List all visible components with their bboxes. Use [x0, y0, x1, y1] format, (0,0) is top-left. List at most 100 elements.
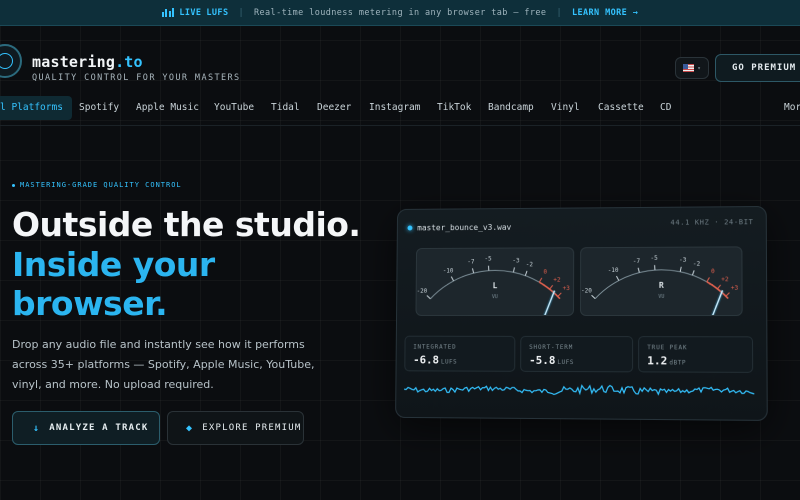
vu-red-zone-arc	[707, 282, 728, 299]
explore-premium-button[interactable]: ◆ EXPLORE PREMIUM	[167, 411, 304, 445]
vu-meter-left: -20 -10 -7 -5 -3 -2 0 +2 +3 L VU	[415, 247, 575, 316]
diamond-icon: ◆	[186, 422, 194, 434]
hero-title-line-2: Inside your	[12, 245, 215, 284]
stat-unit: LUFS	[557, 358, 574, 367]
panel-spec: 44.1 KHZ · 24-BIT	[670, 218, 754, 227]
platform-nav: l Platforms Spotify Apple Music YouTube …	[0, 96, 800, 122]
vu-scale-label: +2	[721, 276, 729, 283]
nav-item-deezer[interactable]: Deezer	[317, 96, 351, 120]
vu-tick	[472, 268, 473, 273]
vu-channel-label: R	[659, 281, 664, 290]
vu-tick	[692, 270, 694, 275]
vu-tick	[525, 271, 527, 276]
nav-divider	[0, 125, 800, 126]
stat-label: SHORT-TERM	[529, 343, 574, 352]
vu-tick	[616, 276, 618, 280]
hero-eyebrow: MASTERING-GRADE QUALITY CONTROL	[12, 181, 182, 189]
hero-title-line-1: Outside the studio.	[12, 205, 361, 244]
vu-scale-label: -7	[467, 259, 475, 266]
vu-unit-label: VU	[492, 294, 498, 300]
analyze-track-label: ANALYZE A TRACK	[49, 423, 149, 433]
vu-unit-label: VU	[658, 294, 664, 300]
nav-item-all-platforms[interactable]: l Platforms	[0, 96, 72, 120]
vu-tick	[726, 293, 730, 297]
vu-tick	[550, 285, 553, 289]
nav-item-apple-music[interactable]: Apple Music	[136, 96, 199, 120]
nav-item-spotify[interactable]: Spotify	[79, 96, 119, 120]
vu-scale-label: -10	[443, 267, 454, 274]
vu-meter-right-dial: -20-10-7 -5 -3-20+2+3RVU	[581, 255, 739, 316]
us-flag-icon	[683, 64, 695, 72]
vu-scale-label: -5	[650, 255, 658, 262]
stat-unit: dBTP	[669, 359, 687, 367]
stat-value: 1.2 dBTP	[647, 354, 686, 367]
stat-label: INTEGRATED	[413, 343, 457, 351]
vu-scale-label: +3	[731, 285, 739, 292]
stat-true-peak: TRUE PEAK 1.2 dBTP	[638, 336, 754, 373]
vu-tick	[717, 285, 720, 289]
vu-scale-arc	[430, 270, 539, 299]
nav-item-cassette[interactable]: Cassette	[598, 96, 644, 120]
vu-red-zone-arc	[539, 282, 560, 299]
hero-title-line-3: browser.	[12, 284, 168, 323]
vu-scale-label: -20	[417, 288, 428, 295]
language-selector[interactable]: ▾	[675, 57, 709, 79]
vu-scale-label: -3	[679, 257, 687, 264]
explore-premium-label: EXPLORE PREMIUM	[202, 423, 302, 433]
vu-scale-label: -5	[485, 256, 493, 263]
vu-tick	[451, 277, 453, 281]
vu-scale-label: 0	[544, 269, 548, 276]
meter-bars-icon	[161, 8, 175, 17]
vu-tick	[513, 267, 514, 272]
vu-needle-glow	[524, 291, 554, 316]
nav-item-tiktok[interactable]: TikTok	[437, 96, 471, 120]
hero-description: Drop any audio file and instantly see ho…	[12, 338, 315, 391]
vu-scale-label: -20	[581, 287, 592, 294]
brand-logo[interactable]: mastering.to	[32, 53, 143, 71]
waveform-display	[404, 375, 761, 409]
nav-item-vinyl[interactable]: Vinyl	[551, 96, 580, 120]
stat-number: -5.8	[529, 353, 556, 367]
nav-item-youtube[interactable]: YouTube	[214, 96, 254, 120]
dot-icon	[12, 183, 15, 187]
eyebrow-label: MASTERING-GRADE QUALITY CONTROL	[20, 181, 182, 189]
stat-number: -6.8	[413, 353, 440, 367]
live-lufs-badge: LIVE LUFS	[161, 7, 229, 18]
vu-needle-glow	[692, 290, 723, 316]
vu-tick	[707, 277, 710, 281]
vu-scale-label: -3	[512, 258, 520, 265]
vu-scale-label: +3	[563, 285, 571, 292]
panel-file: master_bounce_v3.wav	[407, 223, 511, 233]
nav-item-instagram[interactable]: Instagram	[369, 96, 420, 120]
go-premium-button[interactable]: GO PREMIUM →	[715, 54, 800, 82]
vu-tick	[680, 267, 681, 272]
brand-name: mastering	[32, 53, 116, 71]
vu-scale-label: -7	[633, 258, 641, 265]
vu-scale-label: -2	[693, 261, 701, 268]
nav-item-more[interactable]: Mor	[784, 96, 800, 120]
vu-scale-arc	[595, 270, 707, 299]
stat-short-term: SHORT-TERM -5.8 LUFS	[520, 335, 634, 373]
nav-item-cd[interactable]: CD	[660, 96, 671, 120]
top-banner: LIVE LUFS | Real-time loudness metering …	[0, 0, 800, 26]
vu-tick	[558, 293, 562, 297]
vu-tick	[427, 295, 431, 298]
brand-tld: .to	[115, 53, 143, 71]
vu-channel-label: L	[493, 281, 498, 290]
status-dot-icon	[407, 225, 413, 231]
stat-label: TRUE PEAK	[647, 344, 688, 352]
banner-message: Real-time loudness metering in any brows…	[254, 7, 547, 18]
brand-tagline: QUALITY CONTROL FOR YOUR MASTERS	[32, 73, 241, 83]
nav-item-bandcamp[interactable]: Bandcamp	[488, 96, 534, 120]
logo-icon[interactable]	[0, 44, 22, 78]
stat-value: -6.8 LUFS	[413, 354, 457, 367]
lufs-label: LUFS	[206, 7, 229, 18]
analyze-track-button[interactable]: ↓ ANALYZE A TRACK	[12, 411, 160, 445]
vu-scale-label: +2	[553, 277, 561, 284]
banner-separator-2: |	[556, 7, 562, 18]
learn-more-link[interactable]: LEARN MORE →	[572, 8, 638, 18]
meter-panel: master_bounce_v3.wav 44.1 KHZ · 24-BIT -…	[395, 205, 768, 421]
nav-item-tidal[interactable]: Tidal	[271, 96, 300, 120]
vu-tick	[539, 278, 541, 282]
vu-meter-right: -20 -10 -7 -5 -3 -2 0 +2 +3 R VU	[579, 246, 743, 317]
